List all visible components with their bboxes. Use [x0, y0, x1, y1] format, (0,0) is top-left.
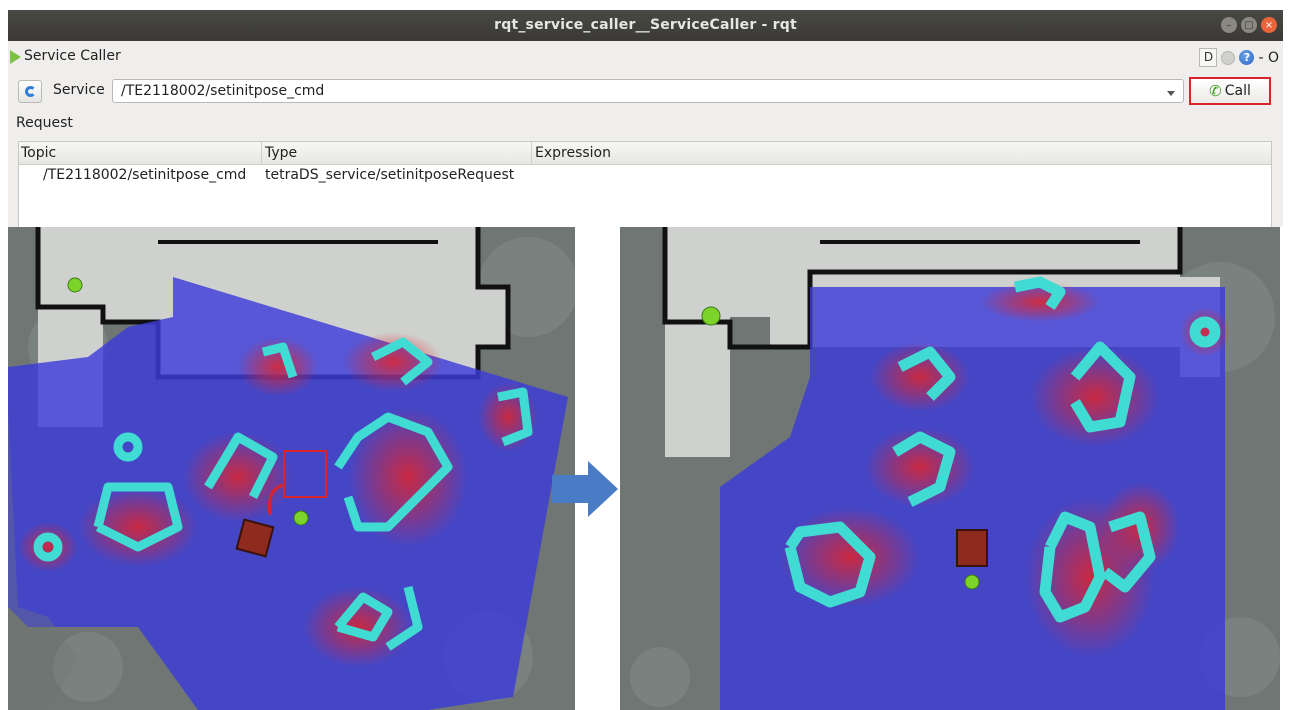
column-header-expression[interactable]: Expression — [535, 145, 611, 161]
refresh-icon — [24, 86, 36, 97]
goal-marker — [293, 510, 309, 526]
plugin-title: Service Caller — [24, 48, 121, 64]
chevron-down-icon — [1167, 91, 1175, 96]
transition-arrow — [552, 461, 618, 517]
service-combobox[interactable]: /TE2118002/setinitpose_cmd — [112, 79, 1184, 103]
request-label: Request — [16, 115, 73, 131]
gear-icon[interactable] — [1221, 50, 1236, 65]
green-triangle-icon — [10, 50, 21, 64]
call-button-label: Call — [1224, 83, 1251, 99]
row-type: tetraDS_service/setinitposeRequest — [265, 167, 515, 183]
plugin-tools: D ? - O — [1199, 48, 1279, 67]
service-caller-panel: Service Caller D ? - O Service /TE211800… — [8, 41, 1283, 231]
maximize-button[interactable]: □ — [1241, 17, 1257, 33]
dock-button[interactable]: D — [1199, 48, 1218, 67]
column-divider — [531, 142, 532, 164]
close-button[interactable]: × — [1261, 17, 1277, 33]
plugin-header: Service Caller D ? - O — [8, 47, 1283, 67]
service-combobox-value: /TE2118002/setinitpose_cmd — [121, 83, 325, 99]
column-header-topic[interactable]: Topic — [21, 145, 56, 161]
plugin-window-controls[interactable]: - O — [1258, 50, 1279, 66]
waypoint-marker — [67, 277, 83, 293]
robot-footprint — [235, 518, 275, 558]
window-titlebar: rqt_service_caller__ServiceCaller - rqt … — [8, 10, 1283, 41]
map-comparison — [0, 227, 1291, 710]
request-table-header: Topic Type Expression — [19, 142, 1271, 165]
map-before — [8, 227, 575, 710]
row-topic: /TE2118002/setinitpose_cmd — [43, 167, 247, 183]
request-table: Topic Type Expression /TE2118002/setinit… — [18, 141, 1272, 231]
phone-icon: ✆ — [1209, 82, 1222, 100]
help-icon[interactable]: ? — [1239, 50, 1255, 65]
call-button[interactable]: ✆ Call — [1189, 77, 1271, 105]
refresh-button[interactable] — [18, 80, 42, 103]
table-row[interactable]: /TE2118002/setinitpose_cmd tetraDS_servi… — [19, 166, 1271, 188]
robot-footprint — [956, 529, 988, 567]
goal-marker — [964, 574, 980, 590]
window-title: rqt_service_caller__ServiceCaller - rqt — [494, 17, 797, 33]
service-label: Service — [53, 82, 105, 98]
waypoint-marker — [701, 306, 721, 326]
column-divider — [261, 142, 262, 164]
arrow-right-icon — [552, 461, 618, 517]
window-controls: – □ × — [1221, 17, 1277, 33]
minimize-button[interactable]: – — [1221, 17, 1237, 33]
column-header-type[interactable]: Type — [265, 145, 297, 161]
map-after — [620, 227, 1280, 710]
service-row: Service /TE2118002/setinitpose_cmd ✆ Cal… — [8, 77, 1283, 107]
